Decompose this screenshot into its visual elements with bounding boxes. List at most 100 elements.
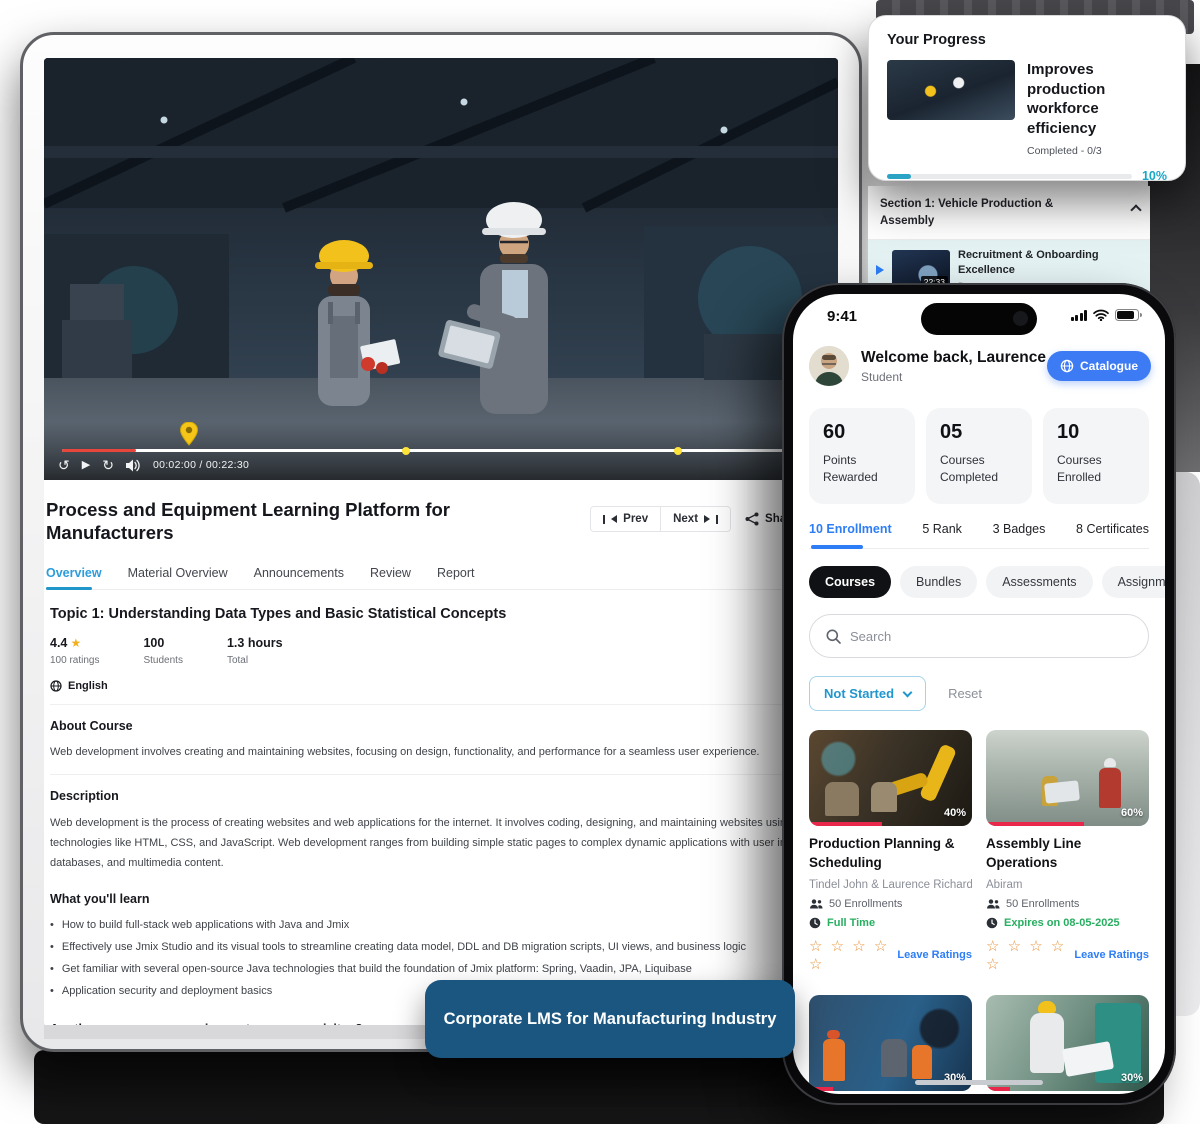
video-progress-track[interactable] — [62, 449, 822, 452]
hours-value: 1.3 hours — [227, 636, 283, 650]
course-sections-panel: Section 1: Vehicle Production & Assembly… — [868, 186, 1150, 294]
pill-courses[interactable]: Courses — [809, 566, 891, 598]
replay-icon[interactable]: ↺ — [58, 458, 70, 472]
tab-overview[interactable]: Overview — [46, 566, 102, 580]
stat-value: 10 — [1057, 421, 1135, 444]
video-progress-played — [62, 449, 136, 452]
pill-assignments[interactable]: Assignments — [1102, 566, 1165, 598]
students-sub: Students — [143, 655, 182, 666]
avatar[interactable] — [809, 346, 849, 386]
phone-screen: 9:41 — [793, 294, 1165, 1094]
clock-icon — [986, 917, 998, 929]
course-enrollments: 50 Enrollments — [1006, 898, 1079, 910]
play-icon[interactable] — [876, 265, 884, 275]
lesson-title: Recruitment & Onboarding Excellence — [958, 248, 1142, 279]
tab-rank[interactable]: 5 Rank — [922, 522, 962, 536]
next-label: Next — [673, 513, 698, 525]
progress-percent: 10% — [1142, 169, 1167, 183]
category-pills: Courses Bundles Assessments Assignments — [809, 566, 1165, 598]
stat-label: Points Rewarded — [823, 452, 901, 487]
home-indicator[interactable] — [915, 1080, 1043, 1085]
tab-review[interactable]: Review — [370, 566, 411, 580]
tab-material-overview[interactable]: Material Overview — [128, 566, 228, 580]
course-enrollments: 50 Enrollments — [829, 898, 902, 910]
dynamic-island — [921, 303, 1037, 335]
play-icon[interactable]: ▶ — [82, 460, 90, 471]
course-progress-bar — [986, 1087, 1010, 1091]
learn-item: Application security and deployment basi… — [62, 980, 272, 1002]
description-text: Web development is the process of creati… — [50, 813, 782, 874]
progress-course-title: Improves production workforce efficiency — [1027, 60, 1167, 138]
tab-report[interactable]: Report — [437, 566, 475, 580]
tab-announcements[interactable]: Announcements — [254, 566, 344, 580]
progress-bar-track — [887, 174, 1132, 179]
about-text: Web development involves creating and ma… — [50, 743, 782, 762]
status-filter-dropdown[interactable]: Not Started — [809, 676, 926, 711]
catalogue-button[interactable]: Catalogue — [1047, 351, 1151, 381]
course-card[interactable]: 40% Production Planning & Scheduling Tin… — [809, 730, 972, 973]
stat-completed: 05 Courses Completed — [926, 408, 1032, 504]
chevron-up-icon[interactable] — [1130, 204, 1141, 215]
video-playhead-pin-icon[interactable] — [180, 422, 198, 446]
rating-value: 4.4 — [50, 636, 67, 650]
tab-enrollment[interactable]: 10 Enrollment — [809, 522, 892, 536]
progress-card-title: Your Progress — [887, 32, 1167, 48]
rating-sub: 100 ratings — [50, 655, 99, 666]
tablet-screen: ↺ ▶ ↻ 00:02:00 / 00:22:30 HD Process and… — [44, 58, 838, 1026]
description-heading: Description — [50, 789, 782, 803]
factory-video-scene — [44, 58, 838, 480]
forward-icon[interactable]: ↻ — [102, 458, 114, 472]
description-line: Web development is the process of creati… — [50, 813, 782, 833]
video-time: 00:02:00 / 00:22:30 — [153, 459, 249, 471]
search-icon — [826, 629, 841, 644]
course-card-title: Assembly Line Operations — [986, 835, 1149, 873]
wifi-icon — [1093, 309, 1109, 321]
students-value: 100 — [143, 636, 182, 650]
volume-icon[interactable] — [126, 459, 141, 472]
course-progress-bar — [809, 1087, 833, 1091]
video-player[interactable]: ↺ ▶ ↻ 00:02:00 / 00:22:30 HD — [44, 58, 838, 480]
welcome-text: Welcome back, Laurence — [861, 349, 1046, 367]
pill-assessments[interactable]: Assessments — [986, 566, 1092, 598]
battery-icon — [1115, 309, 1139, 321]
course-image: 30% — [809, 995, 972, 1091]
students-stat: 100 Students — [143, 636, 182, 666]
stats-row: 60 Points Rewarded 05 Courses Completed … — [809, 408, 1149, 504]
course-grid: 40% Production Planning & Scheduling Tin… — [809, 730, 1149, 1094]
pill-bundles[interactable]: Bundles — [900, 566, 977, 598]
course-instructor: Tindel John & Laurence Richard — [809, 879, 972, 891]
course-card[interactable]: 60% Assembly Line Operations Abiram 50 E… — [986, 730, 1149, 973]
rating-stars[interactable]: ☆ ☆ ☆ ☆ ☆ — [809, 937, 890, 973]
prev-label: Prev — [623, 513, 648, 525]
clock-icon — [809, 917, 821, 929]
course-progress-bar — [986, 822, 1084, 826]
chevron-down-icon — [903, 687, 913, 697]
stat-points: 60 Points Rewarded — [809, 408, 915, 504]
tab-certificates[interactable]: 8 Certificates — [1076, 522, 1149, 536]
rating-stars[interactable]: ☆ ☆ ☆ ☆ ☆ — [986, 937, 1067, 973]
topic-stats: 4.4 ★ 100 ratings 100 Students 1.3 hours… — [50, 636, 782, 666]
course-progress-bar — [809, 822, 882, 826]
next-bar-icon — [716, 515, 718, 524]
people-icon — [986, 899, 1000, 909]
course-instructor: Abiram — [986, 879, 1149, 891]
prev-bar-icon — [603, 515, 605, 524]
progress-completed-label: Completed - 0/3 — [1027, 145, 1167, 157]
share-icon — [745, 512, 759, 526]
status-filter-label: Not Started — [824, 686, 894, 701]
language-label: English — [68, 680, 108, 692]
leave-ratings-link[interactable]: Leave Ratings — [1074, 949, 1149, 961]
leave-ratings-link[interactable]: Leave Ratings — [897, 949, 972, 961]
search-input[interactable] — [850, 629, 1090, 644]
prev-button[interactable]: Prev — [591, 507, 660, 531]
next-button[interactable]: Next — [660, 507, 730, 531]
tab-badges[interactable]: 3 Badges — [993, 522, 1046, 536]
learn-item: How to build full-stack web applications… — [62, 914, 349, 936]
reset-button[interactable]: Reset — [948, 686, 982, 701]
phone-device: 9:41 — [782, 283, 1176, 1105]
learn-item: Get familiar with several open-source Ja… — [62, 958, 692, 980]
your-progress-card: Your Progress Improves production workfo… — [868, 15, 1186, 181]
search-box[interactable] — [809, 614, 1149, 658]
camera-icon — [1013, 311, 1028, 326]
star-icon: ★ — [70, 636, 81, 650]
